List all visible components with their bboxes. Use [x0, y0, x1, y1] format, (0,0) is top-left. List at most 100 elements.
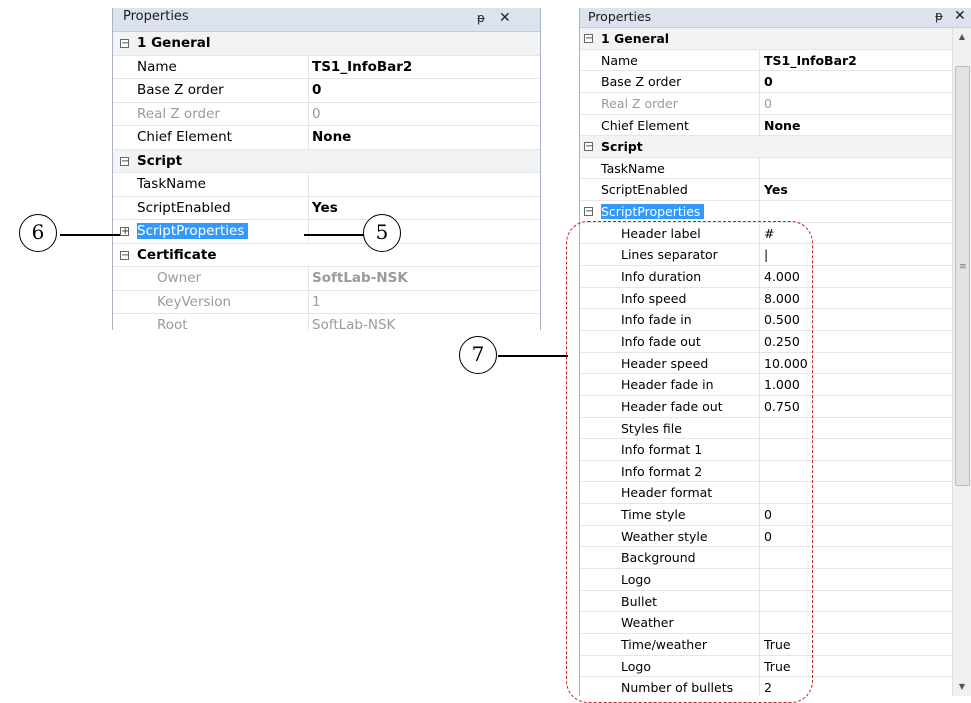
property-row[interactable]: Real Z order 0 [113, 102, 540, 126]
property-name: 1 General [137, 35, 211, 51]
property-row[interactable]: + ScriptProperties [113, 220, 540, 244]
callout-5-leader [304, 234, 364, 236]
property-name: ScriptEnabled [601, 182, 688, 198]
property-name: Name [601, 52, 638, 68]
column-divider [759, 49, 760, 71]
pin-icon[interactable]: ᵽ [935, 9, 943, 23]
property-row[interactable]: Name TS1_InfoBar2 [113, 55, 540, 79]
property-value[interactable]: 0 [764, 71, 773, 92]
category-row[interactable]: −1 General [580, 28, 971, 50]
property-name: Root [157, 317, 188, 330]
collapse-icon[interactable]: − [584, 34, 593, 44]
panel-title: Properties [123, 9, 189, 24]
property-value[interactable]: 0 [312, 79, 321, 102]
scroll-up-icon[interactable]: ▲ [953, 28, 971, 46]
column-divider [308, 79, 309, 102]
property-name: Chief Element [601, 117, 689, 133]
property-name: ScriptEnabled [137, 199, 231, 216]
scroll-down-icon[interactable]: ▼ [953, 678, 971, 696]
property-name: TaskName [137, 176, 206, 192]
callout-6-leader [60, 234, 120, 236]
property-row[interactable]: Chief Element None [113, 126, 540, 150]
column-divider [308, 314, 309, 330]
scrollbar-thumb[interactable]: ≡ [955, 66, 970, 486]
property-row[interactable]: − ScriptProperties [580, 201, 971, 223]
highlight-frame [566, 221, 813, 703]
close-icon[interactable]: ✕ [954, 8, 966, 24]
property-row[interactable]: TaskName [113, 173, 540, 197]
property-value[interactable]: 1 [312, 291, 321, 314]
collapse-icon[interactable]: − [120, 250, 129, 260]
property-value[interactable]: None [764, 115, 800, 136]
category-row[interactable]: − Script [580, 136, 971, 158]
column-divider [759, 92, 760, 114]
property-value[interactable]: None [312, 126, 351, 149]
property-value[interactable]: TS1_InfoBar2 [312, 56, 412, 79]
selected-property-label[interactable]: ScriptProperties [601, 204, 705, 220]
column-divider [759, 71, 760, 92]
property-name: Real Z order [137, 105, 220, 122]
callout-7: 7 [459, 336, 497, 374]
column-divider [759, 201, 760, 222]
collapse-icon[interactable]: − [120, 39, 129, 49]
property-row[interactable]: Root SoftLab-NSK [113, 314, 540, 330]
column-divider [308, 102, 309, 125]
collapse-icon[interactable]: − [120, 156, 129, 166]
close-icon[interactable]: ✕ [499, 10, 511, 26]
category-row[interactable]: −1 General [113, 32, 540, 56]
property-value[interactable]: SoftLab-NSK [312, 267, 408, 290]
property-row[interactable]: Chief Element None [580, 114, 971, 137]
property-name: Script [137, 152, 183, 169]
property-row[interactable]: Base Z order 0 [113, 79, 540, 103]
property-value[interactable]: Yes [312, 197, 338, 220]
panel-title: Properties [588, 9, 652, 24]
vertical-scrollbar[interactable]: ▲ ≡ ▼ [952, 28, 971, 696]
property-row[interactable]: TaskName [580, 157, 971, 180]
property-row[interactable]: KeyVersion 1 [113, 290, 540, 314]
category-row[interactable]: − Certificate [113, 243, 540, 267]
property-row[interactable]: ScriptEnabled Yes [580, 179, 971, 202]
property-name: Base Z order [137, 82, 224, 98]
property-row[interactable]: ScriptEnabled Yes [113, 196, 540, 220]
property-name: ScriptProperties [137, 220, 249, 243]
property-value[interactable]: SoftLab-NSK [312, 314, 395, 330]
panel-title-bar: Properties ᵽ ✕ [113, 8, 540, 32]
grip-icon: ≡ [959, 262, 967, 272]
property-name: Name [137, 58, 177, 75]
expand-icon[interactable]: + [120, 227, 129, 237]
property-row[interactable]: Name TS1_InfoBar2 [580, 49, 971, 72]
column-divider [308, 55, 309, 78]
property-value[interactable]: Yes [764, 179, 788, 200]
collapse-icon[interactable]: − [584, 142, 593, 152]
property-row[interactable]: Real Z order 0 [580, 92, 971, 115]
property-name: Owner [157, 270, 202, 286]
column-divider [308, 173, 309, 196]
property-name: Script [601, 139, 643, 155]
property-name: TaskName [601, 160, 665, 176]
properties-panel-left: Properties ᵽ ✕ −1 General Name TS1_InfoBar… [112, 8, 541, 330]
property-row[interactable]: Base Z order 0 [580, 71, 971, 93]
column-divider [308, 267, 309, 290]
panel-title-bar: Properties ᵽ ✕ [580, 8, 971, 28]
property-grid: −1 General Name TS1_InfoBar2 Base Z order 0 R… [113, 32, 540, 330]
property-name: Base Z order [601, 74, 682, 90]
column-divider [308, 196, 309, 219]
category-row[interactable]: − Script [113, 149, 540, 173]
property-value[interactable]: 0 [764, 93, 772, 114]
callout-5: 5 [363, 214, 401, 252]
column-divider [308, 220, 309, 243]
column-divider [308, 126, 309, 149]
property-value[interactable]: TS1_InfoBar2 [764, 50, 857, 71]
property-name: Real Z order [601, 95, 678, 111]
property-name: Certificate [137, 246, 217, 263]
collapse-icon[interactable]: − [584, 207, 593, 217]
column-divider [759, 179, 760, 201]
callout-7-leader [498, 355, 568, 357]
property-name: 1 General [601, 31, 670, 46]
property-name: KeyVersion [157, 293, 232, 310]
column-divider [759, 114, 760, 136]
selected-property-label[interactable]: ScriptProperties [137, 223, 249, 239]
property-row[interactable]: Owner SoftLab-NSK [113, 267, 540, 291]
property-value[interactable]: 0 [312, 103, 321, 126]
pin-icon[interactable]: ᵽ [477, 11, 485, 25]
